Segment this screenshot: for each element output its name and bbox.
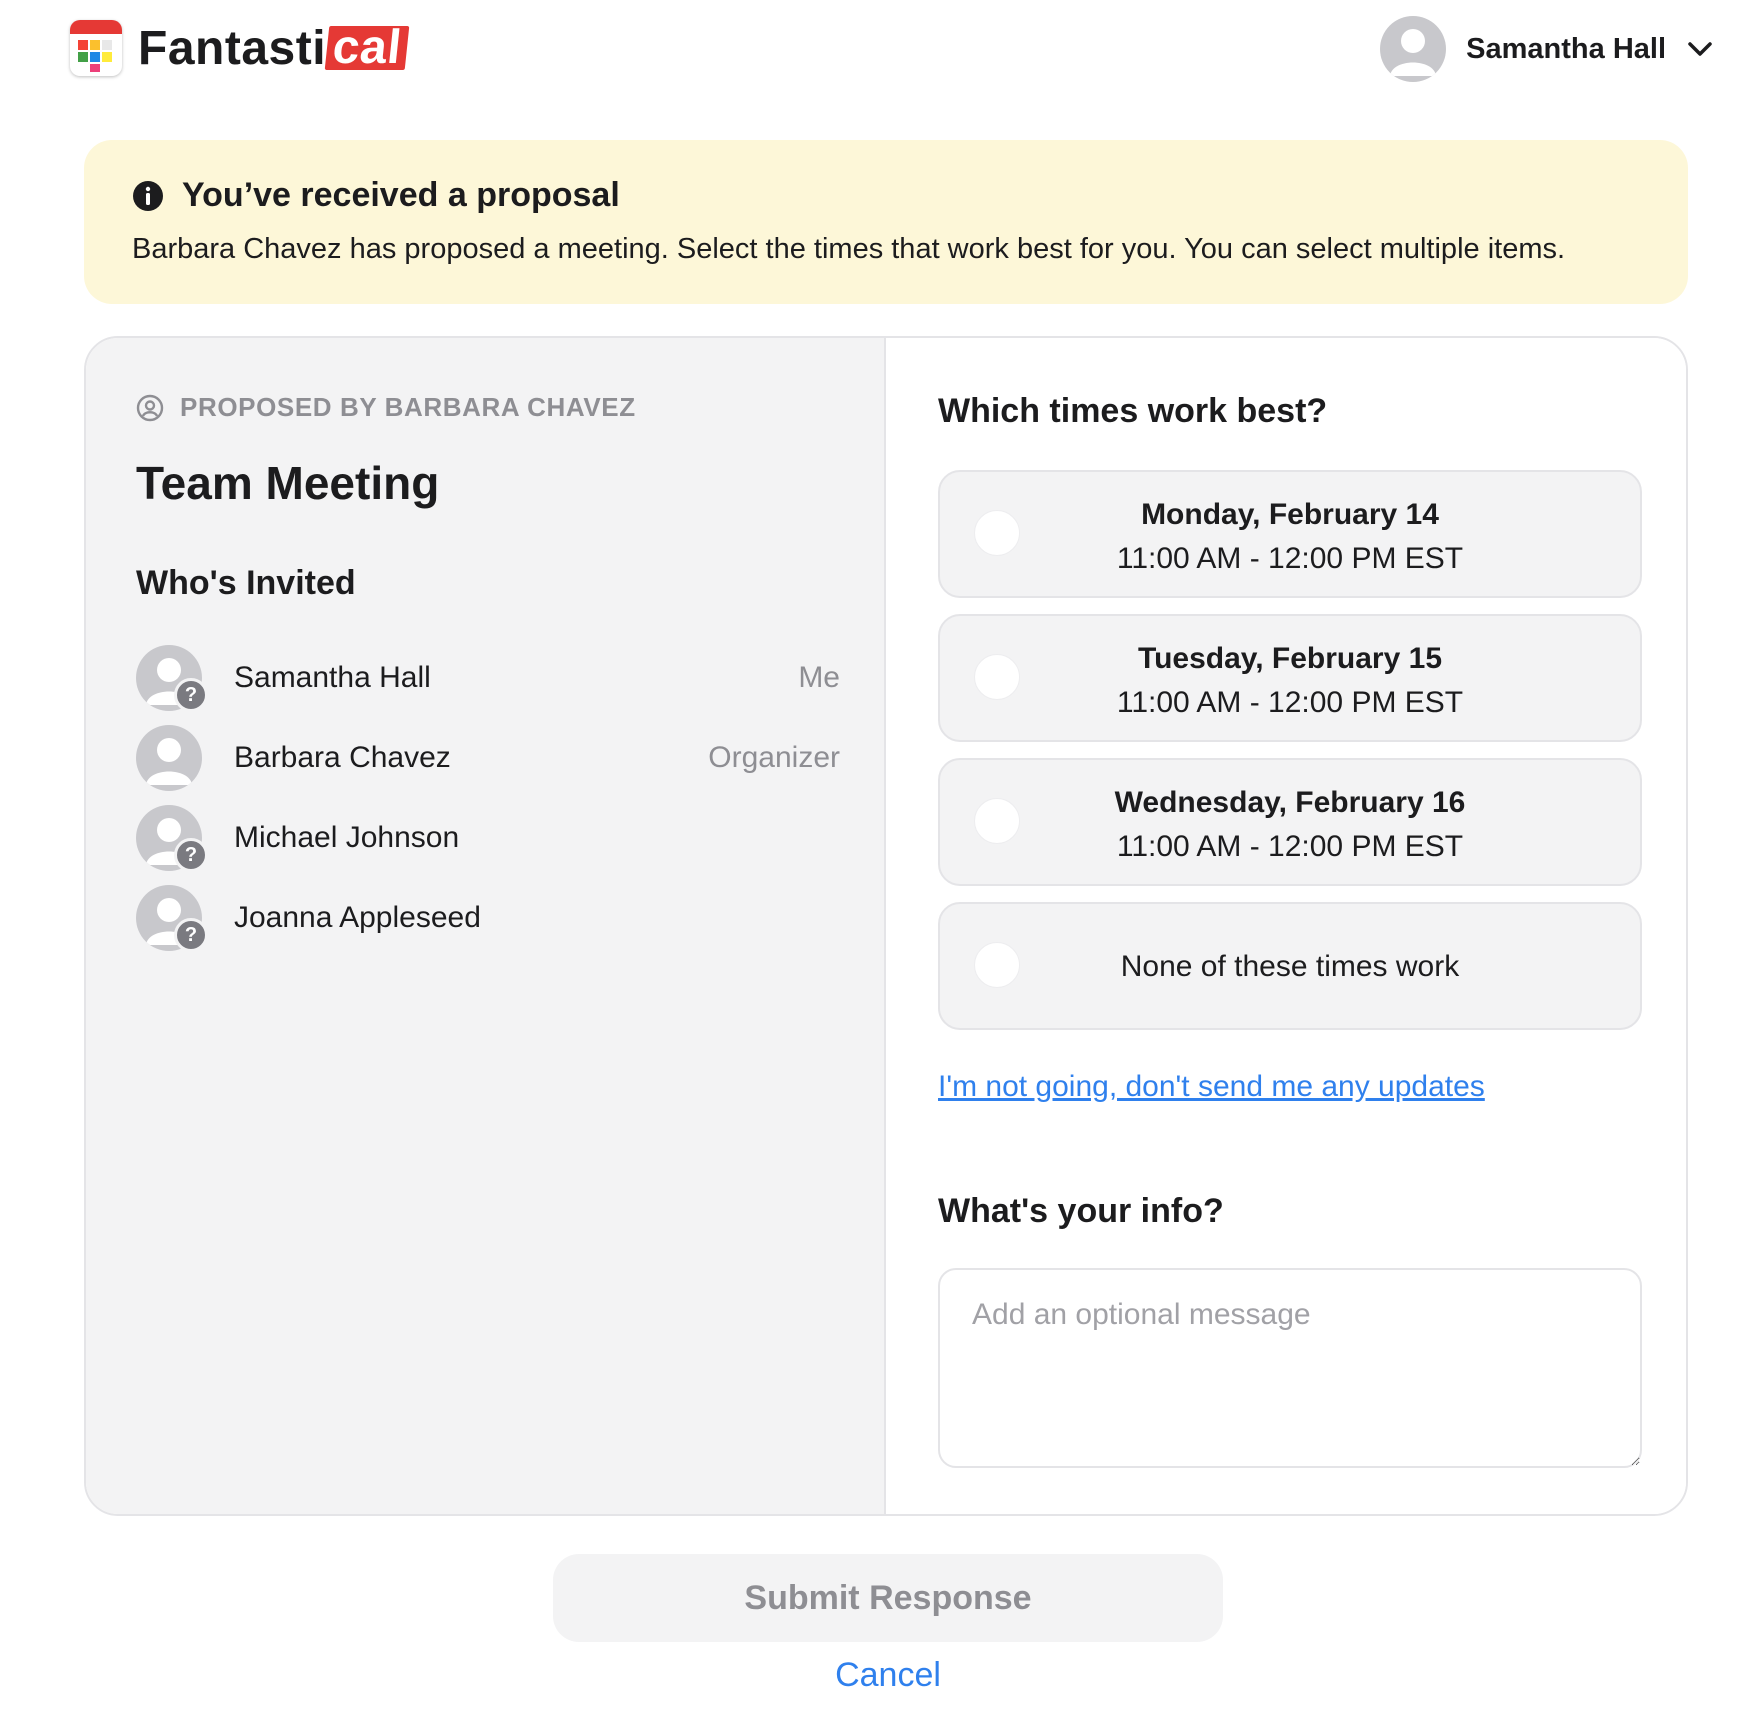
chevron-down-icon[interactable]: [1684, 33, 1716, 65]
attendee-name: Samantha Hall: [234, 661, 431, 694]
user-menu[interactable]: Samantha Hall: [1380, 14, 1716, 84]
option-time: 11:00 AM - 12:00 PM EST: [1116, 830, 1464, 863]
time-options: Monday, February 14 11:00 AM - 12:00 PM …: [938, 470, 1642, 1046]
time-option-wednesday[interactable]: Wednesday, February 16 11:00 AM - 12:00 …: [938, 758, 1642, 886]
not-going-link[interactable]: I'm not going, don't send me any updates: [938, 1070, 1485, 1104]
times-heading: Which times work best?: [938, 392, 1328, 430]
attendee-row: ? Michael Johnson: [136, 798, 840, 878]
proposed-by-label: PROPOSED BY BARBARA CHAVEZ: [136, 392, 636, 423]
response-pane: Which times work best? Monday, February …: [888, 338, 1686, 1514]
banner-text: Barbara Chavez has proposed a meeting. S…: [132, 233, 1566, 265]
attendee-row: Barbara Chavez Organizer: [136, 718, 840, 798]
invited-heading: Who's Invited: [136, 564, 356, 602]
attendee-role: Organizer: [708, 741, 840, 774]
proposal-banner: You’ve received a proposal Barbara Chave…: [84, 140, 1688, 304]
question-badge-icon: ?: [174, 838, 208, 872]
attendee-name: Joanna Appleseed: [234, 901, 481, 934]
time-option-none[interactable]: None of these times work: [938, 902, 1642, 1030]
person-circle-icon: [136, 394, 164, 421]
option-day: Wednesday, February 16: [1114, 786, 1466, 819]
option-time: 11:00 AM - 12:00 PM EST: [1116, 542, 1464, 575]
time-option-monday[interactable]: Monday, February 14 11:00 AM - 12:00 PM …: [938, 470, 1642, 598]
logo-accent: cal: [324, 21, 410, 74]
fantastical-logo[interactable]: Fantasti cal: [70, 20, 410, 76]
question-badge-icon: ?: [174, 678, 208, 712]
attendee-row: ? Samantha Hall Me: [136, 638, 840, 718]
attendee-row: ? Joanna Appleseed: [136, 878, 840, 958]
logo-text: Fantasti: [138, 21, 327, 75]
user-avatar-icon: [1380, 16, 1447, 82]
logo-wordmark: Fantasti cal: [138, 21, 410, 76]
time-option-tuesday[interactable]: Tuesday, February 15 11:00 AM - 12:00 PM…: [938, 614, 1642, 742]
event-card: PROPOSED BY BARBARA CHAVEZ Team Meeting …: [84, 336, 1688, 1516]
option-time: 11:00 AM - 12:00 PM EST: [1116, 686, 1464, 719]
attendee-name: Michael Johnson: [234, 821, 460, 854]
cancel-link-row: Cancel: [0, 1656, 1760, 1695]
meeting-title: Team Meeting: [136, 457, 440, 509]
attendee-list: ? Samantha Hall Me Barbara Chavez Organi…: [136, 638, 840, 958]
option-day: Tuesday, February 15: [1137, 642, 1442, 675]
attendee-name: Barbara Chavez: [234, 741, 451, 774]
info-heading: What's your info?: [938, 1192, 1224, 1230]
user-name: Samantha Hall: [1466, 32, 1666, 65]
banner-title-row: You’ve received a proposal: [132, 176, 1640, 215]
option-day: Monday, February 14: [1141, 498, 1439, 531]
question-badge-icon: ?: [174, 918, 208, 952]
attendee-role: Me: [798, 661, 840, 694]
calendar-app-icon: [70, 20, 122, 76]
avatar: [136, 725, 202, 791]
proposed-by-text: PROPOSED BY BARBARA CHAVEZ: [180, 392, 636, 422]
cancel-link[interactable]: Cancel: [835, 1656, 941, 1695]
banner-title: You’ve received a proposal: [182, 176, 620, 214]
message-field[interactable]: [938, 1268, 1642, 1468]
event-details-pane: PROPOSED BY BARBARA CHAVEZ Team Meeting …: [86, 338, 886, 1514]
option-none-label: None of these times work: [1120, 950, 1460, 983]
submit-response-button[interactable]: Submit Response: [553, 1554, 1223, 1642]
app-header: Fantasti cal Samantha Hall: [0, 0, 1760, 110]
info-icon: [133, 180, 163, 211]
